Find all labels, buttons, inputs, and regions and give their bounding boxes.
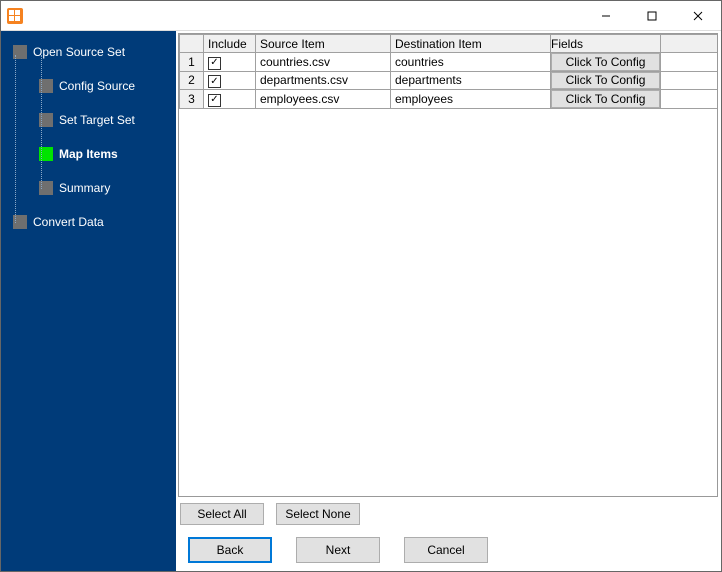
include-checkbox[interactable]: ✓ — [208, 75, 221, 88]
include-checkbox[interactable]: ✓ — [208, 57, 221, 70]
nav-item[interactable]: Summary — [9, 177, 176, 199]
app-window: Open Source Set Config Source Set Target S… — [0, 0, 722, 572]
row-number[interactable]: 3 — [180, 90, 204, 109]
fields-config-button[interactable]: Click To Config — [551, 53, 660, 71]
include-checkbox[interactable]: ✓ — [208, 94, 221, 107]
header-corner — [180, 35, 204, 53]
titlebar-left — [1, 8, 23, 24]
nav-item[interactable]: Config Source — [9, 75, 176, 97]
source-cell[interactable]: countries.csv — [256, 53, 391, 72]
include-cell[interactable]: ✓ — [204, 90, 256, 109]
source-cell[interactable]: departments.csv — [256, 71, 391, 90]
table-header-row: Include Source Item Destination Item Fie… — [180, 35, 718, 53]
header-destination[interactable]: Destination Item — [391, 35, 551, 53]
include-cell[interactable]: ✓ — [204, 53, 256, 72]
back-button[interactable]: Back — [188, 537, 272, 563]
items-table: Include Source Item Destination Item Fie… — [179, 34, 717, 109]
grid-container: Include Source Item Destination Item Fie… — [178, 33, 718, 497]
destination-cell[interactable]: countries — [391, 53, 551, 72]
nav-item[interactable]: Set Target Set — [9, 109, 176, 131]
nav-item[interactable]: Open Source Set — [9, 41, 176, 63]
header-spacer — [661, 35, 718, 53]
include-cell[interactable]: ✓ — [204, 71, 256, 90]
select-all-button[interactable]: Select All — [180, 503, 264, 525]
minimize-icon — [601, 11, 611, 21]
table-row: 1 ✓ countries.csvcountriesClick To Config — [180, 53, 718, 72]
row-spacer — [661, 53, 718, 72]
body: Open Source Set Config Source Set Target S… — [1, 31, 721, 571]
nav-item-label: Convert Data — [33, 215, 104, 229]
header-fields[interactable]: Fields — [551, 35, 661, 53]
nav-buttons: Back Next Cancel — [178, 531, 718, 565]
row-spacer — [661, 90, 718, 109]
sidebar: Open Source Set Config Source Set Target S… — [1, 31, 176, 571]
cancel-button[interactable]: Cancel — [404, 537, 488, 563]
main-panel: Include Source Item Destination Item Fie… — [176, 31, 721, 571]
destination-cell[interactable]: departments — [391, 71, 551, 90]
destination-cell[interactable]: employees — [391, 90, 551, 109]
maximize-icon — [647, 11, 657, 21]
source-cell[interactable]: employees.csv — [256, 90, 391, 109]
header-include[interactable]: Include — [204, 35, 256, 53]
close-button[interactable] — [675, 1, 721, 30]
tree-connector — [15, 55, 16, 223]
table-row: 2 ✓ departments.csvdepartmentsClick To Con… — [180, 71, 718, 90]
nav-item-label: Set Target Set — [59, 113, 135, 127]
nav-item-label: Summary — [59, 181, 110, 195]
nav-tree: Open Source Set Config Source Set Target S… — [9, 41, 176, 233]
fields-config-button[interactable]: Click To Config — [551, 72, 660, 90]
row-spacer — [661, 71, 718, 90]
next-button[interactable]: Next — [296, 537, 380, 563]
tree-connector — [41, 55, 42, 189]
fields-config-button[interactable]: Click To Config — [551, 90, 660, 108]
fields-cell: Click To Config — [551, 53, 661, 72]
nav-item[interactable]: Map Items — [9, 143, 176, 165]
table-row: 3 ✓ employees.csvemployeesClick To Config — [180, 90, 718, 109]
minimize-button[interactable] — [583, 1, 629, 30]
header-source[interactable]: Source Item — [256, 35, 391, 53]
nav-item-label: Map Items — [59, 147, 118, 161]
nav-item[interactable]: Convert Data — [9, 211, 176, 233]
titlebar-buttons — [583, 1, 721, 30]
selection-buttons: Select All Select None — [178, 497, 718, 531]
row-number[interactable]: 1 — [180, 53, 204, 72]
close-icon — [693, 11, 703, 21]
fields-cell: Click To Config — [551, 90, 661, 109]
titlebar — [1, 1, 721, 31]
nav-item-label: Config Source — [59, 79, 135, 93]
maximize-button[interactable] — [629, 1, 675, 30]
select-none-button[interactable]: Select None — [276, 503, 360, 525]
app-icon — [7, 8, 23, 24]
row-number[interactable]: 2 — [180, 71, 204, 90]
nav-item-label: Open Source Set — [33, 45, 125, 59]
fields-cell: Click To Config — [551, 71, 661, 90]
